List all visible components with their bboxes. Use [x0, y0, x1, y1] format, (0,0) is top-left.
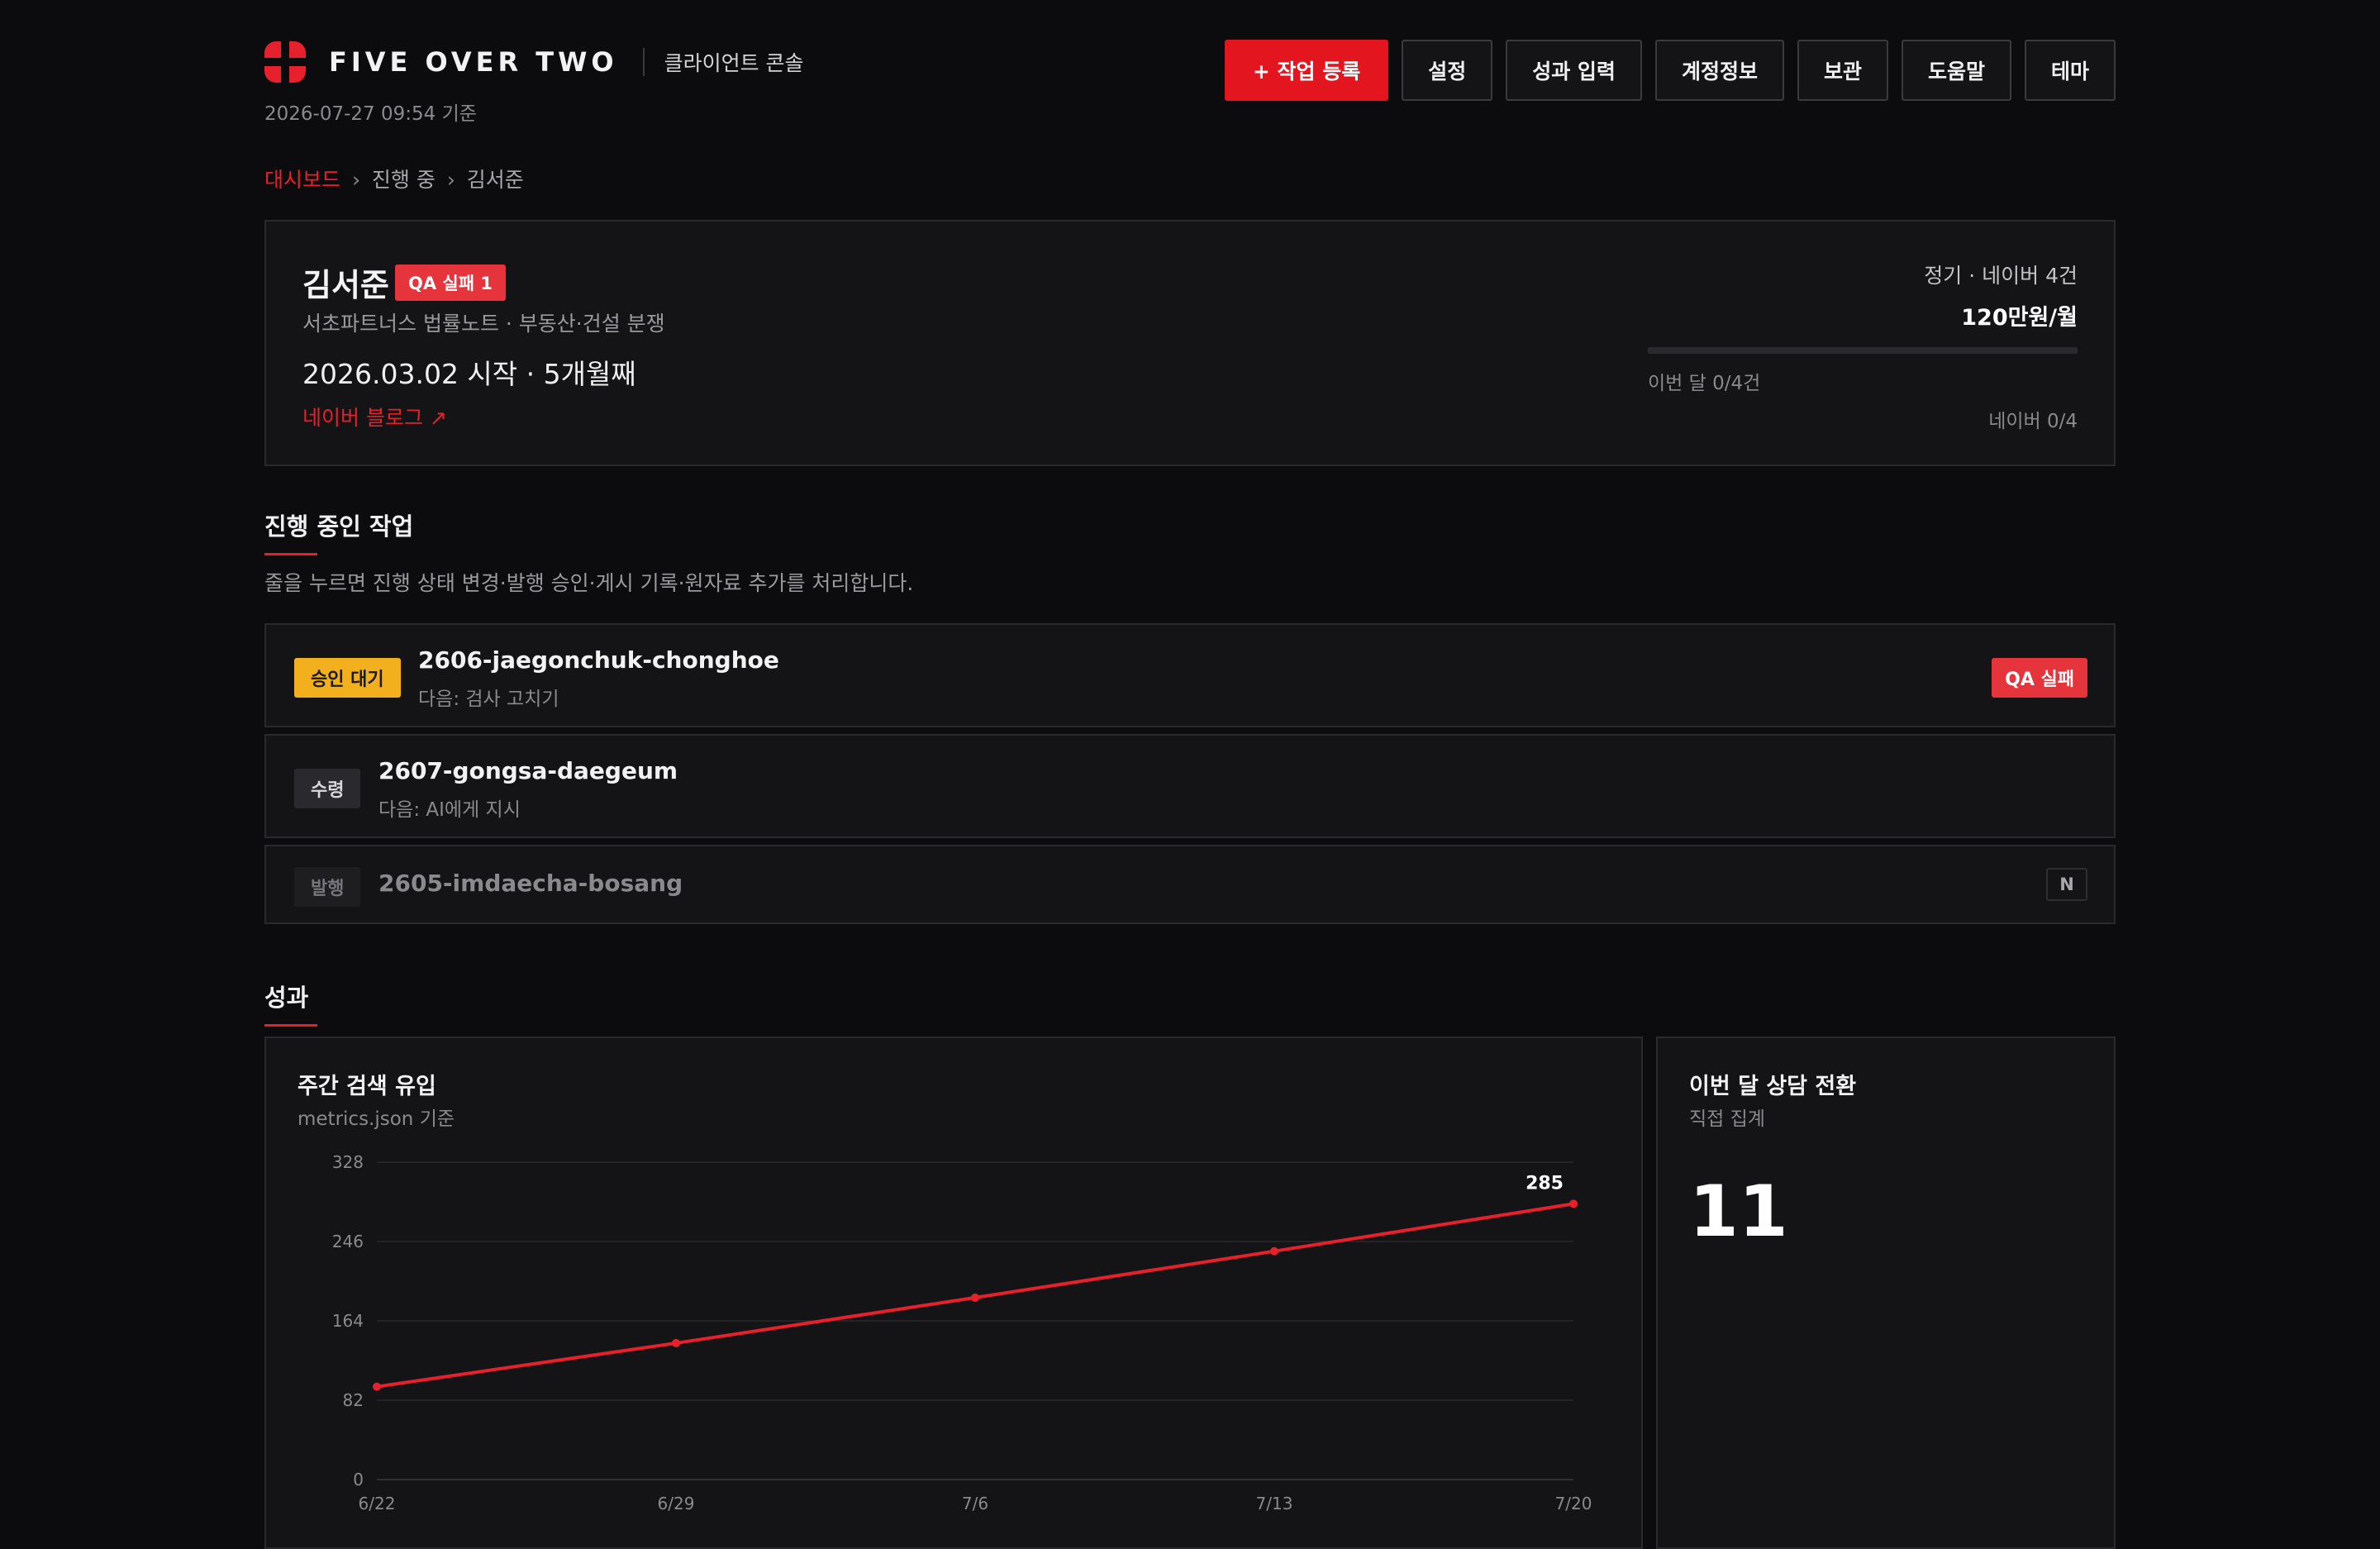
status-badge-received: 수령 — [294, 769, 361, 808]
client-name: 김서준 — [302, 267, 389, 303]
traffic-line-chart: 0 82 164 246 328 6/22 6/29 7/6 7/13 7/20 285 — [332, 1152, 1592, 1513]
console-subtitle: 클라이언트 콘솔 — [664, 51, 804, 75]
data-point — [1270, 1246, 1278, 1256]
breadcrumb-in-progress-link[interactable]: 진행 중 — [372, 168, 436, 192]
data-point — [672, 1338, 680, 1347]
naver-icon: N — [2046, 868, 2087, 901]
brand: FIVE OVER TWO 클라이언트 콘솔 — [264, 41, 804, 83]
task-next-step: 다음: 검사 고치기 — [418, 689, 559, 710]
brand-name: FIVE OVER TWO — [329, 46, 618, 78]
data-point — [1569, 1199, 1578, 1208]
performance-section-title: 성과 — [264, 979, 318, 1027]
y-tick-label: 82 — [343, 1390, 364, 1410]
top-nav: + 작업 등록 설정 성과 입력 계정정보 보관 도움말 테마 — [1224, 40, 2116, 101]
x-tick-label: 6/29 — [658, 1494, 695, 1513]
theme-button[interactable]: 테마 — [2024, 40, 2116, 101]
monthly-progress-bar — [1648, 347, 2078, 354]
tasks-section-description: 줄을 누르면 진행 상태 변경·발행 승인·게시 기록·원자료 추가를 처리합니… — [264, 571, 914, 595]
x-tick-label: 6/22 — [359, 1494, 396, 1513]
qa-fail-badge: QA 실패 — [1992, 658, 2087, 698]
x-tick-label: 7/6 — [962, 1494, 988, 1513]
qa-fail-badge: QA 실패 1 — [395, 265, 506, 301]
breadcrumb-separator: › — [351, 168, 360, 192]
data-label: 285 — [1526, 1173, 1564, 1194]
brand-divider — [642, 48, 645, 76]
breadcrumb-current: 김서준 — [466, 168, 524, 192]
x-tick-label: 7/13 — [1256, 1494, 1293, 1513]
status-badge-pending-approval: 승인 대기 — [294, 658, 401, 698]
help-button[interactable]: 도움말 — [1901, 40, 2011, 101]
task-row[interactable]: 발행 2605-imdaecha-bosang N — [264, 845, 2116, 924]
task-row[interactable]: 승인 대기 2606-jaegonchuk-chonghoe 다음: 검사 고치… — [264, 623, 2116, 727]
client-start-date: 2026.03.02 시작 · 5개월째 — [302, 358, 636, 390]
status-badge-published: 발행 — [294, 867, 361, 907]
monthly-progress-text: 이번 달 0/4건 — [1648, 373, 1761, 394]
weekly-traffic-card: 주간 검색 유입 metrics.json 기준 0 82 164 246 328 6/2… — [264, 1037, 1643, 1549]
y-tick-label: 328 — [332, 1152, 364, 1172]
account-button[interactable]: 계정정보 — [1654, 40, 1784, 101]
data-point — [373, 1382, 381, 1391]
settings-button[interactable]: 설정 — [1402, 40, 1493, 101]
breadcrumb-dashboard-link[interactable]: 대시보드 — [264, 168, 340, 192]
data-point — [971, 1293, 979, 1302]
performance-input-button[interactable]: 성과 입력 — [1506, 40, 1642, 101]
task-slug: 2606-jaegonchuk-chonghoe — [418, 646, 779, 674]
y-tick-label: 246 — [332, 1232, 364, 1251]
archive-button[interactable]: 보관 — [1797, 40, 1888, 101]
new-task-button[interactable]: + 작업 등록 — [1224, 40, 1389, 101]
tasks-section-title: 진행 중인 작업 — [264, 508, 413, 555]
plan-info: 정기 · 네이버 4건 — [1924, 264, 2078, 288]
client-summary-card: 김서준 QA 실패 1 서초파트너스 법률노트 · 부동산·건설 분쟁 2026… — [264, 220, 2116, 466]
task-row[interactable]: 수령 2607-gongsa-daegeum 다음: AI에게 지시 — [264, 734, 2116, 838]
x-tick-label: 7/20 — [1555, 1494, 1592, 1513]
task-slug: 2607-gongsa-daegeum — [378, 757, 678, 784]
task-slug: 2605-imdaecha-bosang — [378, 870, 683, 897]
consult-title: 이번 달 상담 전환 — [1689, 1074, 1857, 1099]
y-tick-label: 164 — [332, 1311, 364, 1331]
consult-conversion-card: 이번 달 상담 전환 직접 집계 11 — [1656, 1037, 2116, 1549]
updated-timestamp: 2026-07-27 09:54 기준 — [264, 103, 477, 125]
task-next-step: 다음: AI에게 지시 — [378, 799, 521, 821]
page: FIVE OVER TWO 클라이언트 콘솔 2026-07-27 09:54 … — [264, 0, 2116, 1549]
breadcrumb-separator: › — [446, 168, 455, 192]
naver-count: 네이버 0/4 — [1988, 411, 2078, 432]
consult-count: 11 — [1689, 1170, 1788, 1253]
naver-blog-link[interactable]: 네이버 블로그 ↗ — [302, 402, 447, 431]
y-tick-label: 0 — [353, 1470, 364, 1489]
breadcrumb: 대시보드 › 진행 중 › 김서준 — [264, 164, 524, 193]
monthly-fee: 120만원/월 — [1961, 305, 2078, 331]
consult-subtitle: 직접 집계 — [1689, 1108, 1765, 1130]
client-description: 서초파트너스 법률노트 · 부동산·건설 분쟁 — [302, 312, 665, 336]
brand-logo-icon — [264, 41, 306, 83]
